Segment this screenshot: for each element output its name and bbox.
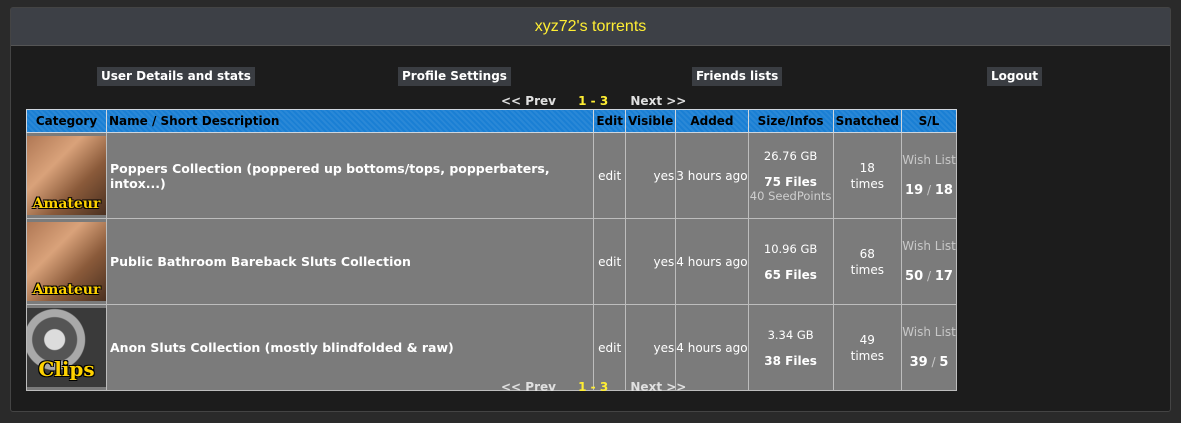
wish-list-link[interactable]: Wish List bbox=[902, 239, 956, 253]
snatched-unit: times bbox=[850, 262, 884, 277]
seeders-link[interactable]: 39 bbox=[910, 355, 928, 370]
files-link[interactable]: 38 Files bbox=[749, 354, 833, 368]
page-title: xyz72's torrents bbox=[11, 8, 1170, 46]
snatched-cell[interactable]: 68 times bbox=[832, 218, 903, 305]
added-value: 4 hours ago bbox=[675, 304, 749, 391]
pager-bottom: << Prev 1 - 3 Next >> bbox=[501, 380, 686, 394]
added-value: 3 hours ago bbox=[675, 132, 749, 219]
col-name[interactable]: Name / Short Description bbox=[105, 109, 595, 133]
leechers-link[interactable]: 18 bbox=[935, 183, 953, 198]
files-link[interactable]: 65 Files bbox=[749, 268, 833, 282]
snatched-unit: times bbox=[850, 348, 884, 363]
next-link[interactable]: Next >> bbox=[630, 94, 686, 108]
prev-link[interactable]: << Prev bbox=[501, 94, 556, 108]
table-row: Amateur Public Bathroom Bareback Sluts C… bbox=[26, 218, 957, 305]
user-details-button[interactable]: User Details and stats bbox=[97, 67, 255, 86]
visible-value: yes bbox=[624, 132, 677, 219]
sl-separator: / bbox=[931, 355, 936, 369]
category-label: Amateur bbox=[32, 282, 101, 298]
snatched-unit: times bbox=[850, 176, 884, 191]
sl-cell: Wish List 50 / 17 bbox=[901, 218, 957, 305]
table-row: Clips Anon Sluts Collection (mostly blin… bbox=[26, 304, 957, 391]
col-category[interactable]: Category bbox=[26, 109, 107, 133]
category-image-clips[interactable]: Clips bbox=[27, 308, 106, 387]
torrent-name-link[interactable]: Public Bathroom Bareback Sluts Collectio… bbox=[105, 218, 595, 305]
torrent-name-link[interactable]: Anon Sluts Collection (mostly blindfolde… bbox=[105, 304, 595, 391]
seeders-link[interactable]: 50 bbox=[905, 269, 923, 284]
category-cell[interactable]: Amateur bbox=[26, 218, 107, 305]
wish-list-link[interactable]: Wish List bbox=[902, 325, 956, 339]
snatched-cell[interactable]: 49 times bbox=[832, 304, 903, 391]
col-size[interactable]: Size/Infos bbox=[747, 109, 834, 133]
category-cell[interactable]: Amateur bbox=[26, 132, 107, 219]
snatched-count: 49 bbox=[859, 332, 875, 347]
table-header-row: Category Name / Short Description Edit V… bbox=[26, 109, 957, 133]
sl-cell: Wish List 39 / 5 bbox=[901, 304, 957, 391]
table-row: Amateur Poppers Collection (poppered up … bbox=[26, 132, 957, 219]
visible-value: yes bbox=[624, 304, 677, 391]
prev-link[interactable]: << Prev bbox=[501, 380, 556, 394]
visible-value: yes bbox=[624, 218, 677, 305]
category-label: Amateur bbox=[32, 196, 101, 212]
size-value: 26.76 GB bbox=[763, 148, 818, 163]
category-cell[interactable]: Clips bbox=[26, 304, 107, 391]
size-cell: 26.76 GB 75 Files 40 SeedPoints bbox=[747, 132, 834, 219]
seedpoints-value: 40 SeedPoints bbox=[749, 188, 832, 203]
snatched-count: 18 bbox=[859, 160, 875, 175]
seeders-link[interactable]: 19 bbox=[905, 183, 923, 198]
size-value: 3.34 GB bbox=[767, 327, 814, 342]
edit-link[interactable]: edit bbox=[593, 132, 626, 219]
snatched-count: 68 bbox=[859, 246, 875, 261]
size-value: 10.96 GB bbox=[763, 241, 818, 256]
sl-separator: / bbox=[926, 183, 932, 197]
col-added[interactable]: Added bbox=[675, 109, 749, 133]
col-edit: Edit bbox=[593, 109, 626, 133]
edit-link[interactable]: edit bbox=[593, 304, 626, 391]
sl-cell: Wish List 19 / 18 bbox=[901, 132, 957, 219]
wish-list-link[interactable]: Wish List bbox=[902, 153, 956, 167]
snatched-cell[interactable]: 18 times bbox=[832, 132, 903, 219]
category-label: Clips bbox=[38, 357, 95, 381]
pager-top: << Prev 1 - 3 Next >> bbox=[501, 94, 686, 108]
page-current: 1 - 3 bbox=[578, 94, 609, 108]
leechers-link[interactable]: 17 bbox=[935, 269, 953, 284]
profile-settings-button[interactable]: Profile Settings bbox=[398, 67, 511, 86]
size-cell: 3.34 GB 38 Files bbox=[747, 304, 834, 391]
edit-link[interactable]: edit bbox=[593, 218, 626, 305]
category-image-amateur[interactable]: Amateur bbox=[27, 222, 106, 301]
leechers-link[interactable]: 5 bbox=[939, 355, 948, 370]
category-image-amateur[interactable]: Amateur bbox=[27, 136, 106, 215]
col-sl[interactable]: S/L bbox=[901, 109, 957, 133]
friends-lists-button[interactable]: Friends lists bbox=[692, 67, 783, 86]
main-panel: xyz72's torrents User Details and stats … bbox=[10, 7, 1171, 412]
files-link[interactable]: 75 Files bbox=[749, 175, 833, 189]
added-value: 4 hours ago bbox=[675, 218, 749, 305]
torrents-table: Category Name / Short Description Edit V… bbox=[26, 109, 957, 391]
size-cell: 10.96 GB 65 Files bbox=[747, 218, 834, 305]
sl-separator: / bbox=[926, 269, 932, 283]
col-snatched[interactable]: Snatched bbox=[832, 109, 903, 133]
next-link[interactable]: Next >> bbox=[630, 380, 686, 394]
torrent-name-link[interactable]: Poppers Collection (poppered up bottoms/… bbox=[105, 132, 595, 219]
page-current: 1 - 3 bbox=[578, 380, 609, 394]
logout-button[interactable]: Logout bbox=[987, 67, 1043, 86]
col-visible: Visible bbox=[624, 109, 677, 133]
